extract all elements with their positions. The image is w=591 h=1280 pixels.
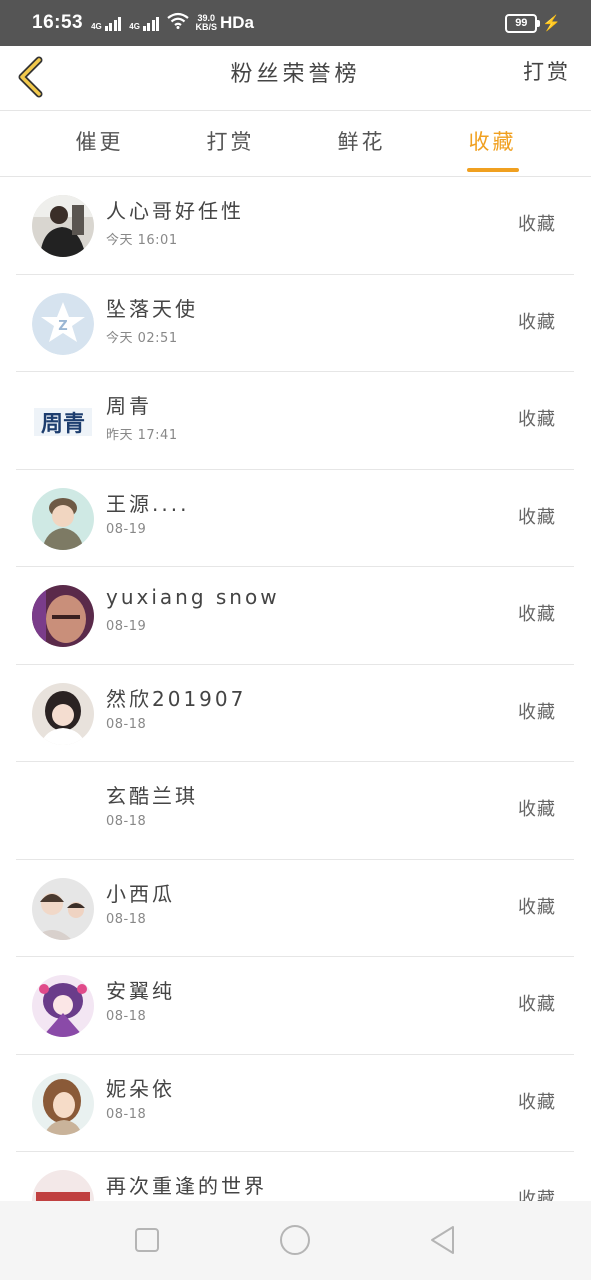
fan-time: 昨天 17:41	[106, 428, 178, 443]
list-item[interactable]: Z 坠落天使 今天 02:51 收藏	[16, 275, 574, 372]
fan-name: 人心哥好任性	[106, 199, 244, 223]
fan-name: 安翼纯	[106, 979, 175, 1003]
fan-name: 周青	[106, 394, 152, 418]
fan-list: 人心哥好任性 今天 16:01 收藏 Z 坠落天使 今天 02:51 收藏 周青…	[16, 177, 574, 1201]
fan-time: 08-19	[106, 521, 147, 537]
avatar	[32, 975, 94, 1037]
tab-bar: 催更 打赏 鲜花 收藏	[0, 111, 591, 177]
fan-action-label: 收藏	[518, 896, 556, 918]
fan-time: 今天 16:01	[106, 233, 178, 248]
qq-avatar-icon: Z	[32, 292, 94, 355]
hd-voice-indicator: HDa	[219, 13, 254, 32]
list-item[interactable]: 妮朵依 08-18 收藏	[16, 1055, 574, 1152]
fan-action-label: 收藏	[518, 506, 556, 528]
square-icon	[135, 1228, 159, 1252]
fan-name: 坠落天使	[106, 296, 198, 321]
tab-flowers[interactable]: 鲜花	[296, 111, 427, 176]
svg-text:周青: 周青	[41, 412, 85, 437]
fan-time: 08-18	[106, 911, 147, 927]
wifi-icon	[167, 12, 190, 34]
avatar	[32, 780, 94, 842]
recent-apps-button[interactable]	[130, 1223, 164, 1257]
status-time: 16:53	[32, 12, 84, 33]
home-button[interactable]	[278, 1223, 312, 1257]
list-item[interactable]: 王源.... 08-19 收藏	[16, 470, 574, 567]
fan-time: 08-19	[106, 619, 147, 634]
fan-time: 今天 02:51	[106, 330, 178, 346]
back-nav-button[interactable]	[426, 1223, 460, 1257]
tab-favorites[interactable]: 收藏	[427, 111, 558, 176]
app-header: 粉丝荣誉榜 打赏	[0, 46, 591, 111]
list-item[interactable]: 再次重逢的世界 收藏	[16, 1152, 574, 1201]
fan-action-label: 收藏	[518, 604, 556, 625]
avatar	[32, 195, 94, 257]
list-item[interactable]: 然欣201907 08-18 收藏	[16, 665, 574, 762]
tab-reward[interactable]: 打赏	[165, 111, 296, 176]
fan-time: 08-18	[106, 814, 147, 829]
svg-text:Z: Z	[58, 319, 67, 334]
fan-name: 然欣201907	[106, 686, 247, 711]
fan-time: 08-18	[106, 1106, 147, 1122]
battery-icon: 99	[505, 13, 541, 33]
system-navigation-bar	[0, 1201, 591, 1280]
fan-time: 08-18	[106, 1009, 147, 1024]
avatar	[32, 1072, 94, 1135]
list-item[interactable]: 人心哥好任性 今天 16:01 收藏	[16, 177, 574, 275]
fan-name: 小西瓜	[106, 881, 175, 906]
fan-name: 玄酷兰琪	[106, 784, 198, 808]
fan-time: 08-18	[106, 716, 147, 732]
avatar	[32, 585, 94, 647]
fan-action-label: 收藏	[518, 701, 556, 723]
list-item[interactable]: 周青 周青 昨天 17:41 收藏	[16, 372, 574, 470]
list-item[interactable]: 安翼纯 08-18 收藏	[16, 957, 574, 1055]
tab-urge-update[interactable]: 催更	[34, 111, 165, 176]
status-bar: 16:53 4G 4G 39.0 KB/S HDa 99 ⚡	[0, 0, 591, 46]
fan-action-label: 收藏	[518, 214, 556, 235]
triangle-back-icon	[431, 1226, 454, 1254]
list-item[interactable]: 玄酷兰琪 08-18 收藏	[16, 762, 574, 860]
reward-button[interactable]: 打赏	[523, 56, 571, 86]
charging-icon: ⚡	[542, 15, 561, 32]
tab-favorites-label: 收藏	[468, 130, 517, 154]
avatar	[32, 487, 94, 550]
avatar	[32, 682, 94, 745]
fan-action-label: 收藏	[518, 994, 556, 1015]
avatar	[32, 1170, 94, 1201]
circle-icon	[280, 1225, 310, 1255]
active-tab-indicator	[466, 168, 519, 172]
fan-action-label: 收藏	[518, 799, 556, 820]
fan-name: 妮朵依	[106, 1076, 175, 1101]
signal-icon-1: 4G	[91, 15, 122, 31]
avatar	[32, 877, 94, 940]
fan-action-label: 收藏	[518, 311, 556, 333]
signal-icon-2: 4G	[129, 15, 160, 31]
fan-name: 王源....	[106, 491, 190, 516]
avatar: 周青	[32, 390, 94, 452]
fan-action-label: 收藏	[518, 1189, 556, 1201]
list-item[interactable]: yuxiang snow 08-19 收藏	[16, 567, 574, 665]
network-speed: 39.0 KB/S	[195, 13, 217, 32]
list-item[interactable]: 小西瓜 08-18 收藏	[16, 860, 574, 957]
fan-action-label: 收藏	[518, 1091, 556, 1113]
page-title: 粉丝荣誉榜	[230, 62, 361, 87]
fan-name: 再次重逢的世界	[106, 1174, 267, 1198]
fan-name: yuxiang snow	[106, 585, 280, 609]
fan-action-label: 收藏	[518, 409, 556, 430]
